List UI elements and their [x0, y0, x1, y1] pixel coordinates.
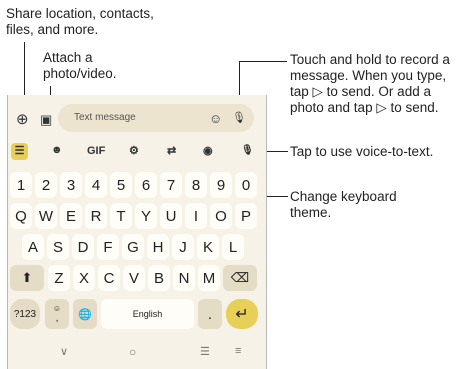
key-8[interactable]: 8 — [185, 172, 207, 198]
home-icon[interactable]: ○ — [129, 345, 136, 359]
keyboard-hide-icon[interactable]: ∨ — [60, 345, 68, 358]
key-l[interactable]: L — [222, 234, 244, 260]
key-9[interactable]: 9 — [210, 172, 232, 198]
keyboard-switch-icon[interactable]: ☰ — [200, 345, 210, 358]
key-p[interactable]: P — [235, 203, 257, 229]
enter-key[interactable]: ↵ — [226, 299, 258, 329]
key-3[interactable]: 3 — [60, 172, 82, 198]
settings-icon[interactable]: ⚙ — [129, 144, 139, 157]
palette-icon[interactable]: ◉ — [203, 144, 213, 157]
key-f[interactable]: F — [97, 234, 119, 260]
key-2[interactable]: 2 — [35, 172, 57, 198]
key-1[interactable]: 1 — [10, 172, 32, 198]
record-mic-icon[interactable]: 🎙 — [232, 111, 246, 124]
callout-line-share — [24, 42, 25, 99]
message-placeholder: Text message — [74, 112, 136, 123]
callout-share: Share location, contacts, files, and mor… — [6, 6, 154, 37]
callout-voice: Tap to use voice-to-text. — [290, 144, 434, 159]
emoji-icon[interactable]: ☺ — [209, 111, 222, 126]
sticker-icon[interactable]: ☻ — [51, 144, 63, 156]
key-x[interactable]: X — [73, 265, 95, 291]
key-a[interactable]: A — [22, 234, 44, 260]
key-r[interactable]: R — [85, 203, 107, 229]
apps-icon[interactable]: ☰ — [11, 143, 28, 160]
globe-key[interactable]: 🌐 — [73, 299, 97, 329]
backspace-key[interactable]: ⌫ — [223, 265, 257, 291]
key-m[interactable]: M — [198, 265, 220, 291]
key-4[interactable]: 4 — [85, 172, 107, 198]
voice-mic-icon[interactable]: 🎙 — [241, 145, 254, 156]
key-k[interactable]: K — [197, 234, 219, 260]
callout-attach: Attach a photo/video. — [43, 50, 117, 81]
emoji-comma-key[interactable]: ☺ , — [45, 299, 69, 329]
gallery-icon[interactable]: ▣ — [40, 112, 52, 128]
translate-icon[interactable]: ⇄ — [167, 144, 176, 157]
key-w[interactable]: W — [35, 203, 57, 229]
key-h[interactable]: H — [147, 234, 169, 260]
key-v[interactable]: V — [123, 265, 145, 291]
key-d[interactable]: D — [72, 234, 94, 260]
key-7[interactable]: 7 — [160, 172, 182, 198]
key-y[interactable]: Y — [135, 203, 157, 229]
callout-theme: Change keyboard theme. — [290, 189, 397, 220]
space-bar[interactable]: English — [101, 299, 194, 329]
key-n[interactable]: N — [173, 265, 195, 291]
key-z[interactable]: Z — [48, 265, 70, 291]
add-attachment-icon[interactable]: ⊕ — [16, 110, 29, 128]
comma-label: , — [55, 313, 59, 324]
key-0[interactable]: 0 — [235, 172, 257, 198]
callout-line-voice — [264, 151, 288, 152]
key-c[interactable]: C — [98, 265, 120, 291]
symbols-key[interactable]: ?123 — [10, 299, 40, 329]
shift-key[interactable]: ⬆ — [10, 265, 44, 291]
callout-line-record-h — [239, 61, 287, 62]
key-u[interactable]: U — [160, 203, 182, 229]
key-s[interactable]: S — [47, 234, 69, 260]
key-i[interactable]: I — [185, 203, 207, 229]
emoji-small-icon: ☺ — [52, 304, 62, 313]
period-key[interactable]: . — [198, 299, 222, 329]
callout-record: Touch and hold to record a message. When… — [290, 52, 450, 115]
menu-icon[interactable]: ≡ — [235, 345, 241, 357]
key-5[interactable]: 5 — [110, 172, 132, 198]
key-e[interactable]: E — [60, 203, 82, 229]
key-q[interactable]: Q — [10, 203, 32, 229]
gif-button[interactable]: GIF — [87, 145, 105, 157]
key-o[interactable]: O — [210, 203, 232, 229]
key-g[interactable]: G — [122, 234, 144, 260]
key-j[interactable]: J — [172, 234, 194, 260]
key-t[interactable]: T — [110, 203, 132, 229]
key-b[interactable]: B — [148, 265, 170, 291]
key-6[interactable]: 6 — [135, 172, 157, 198]
